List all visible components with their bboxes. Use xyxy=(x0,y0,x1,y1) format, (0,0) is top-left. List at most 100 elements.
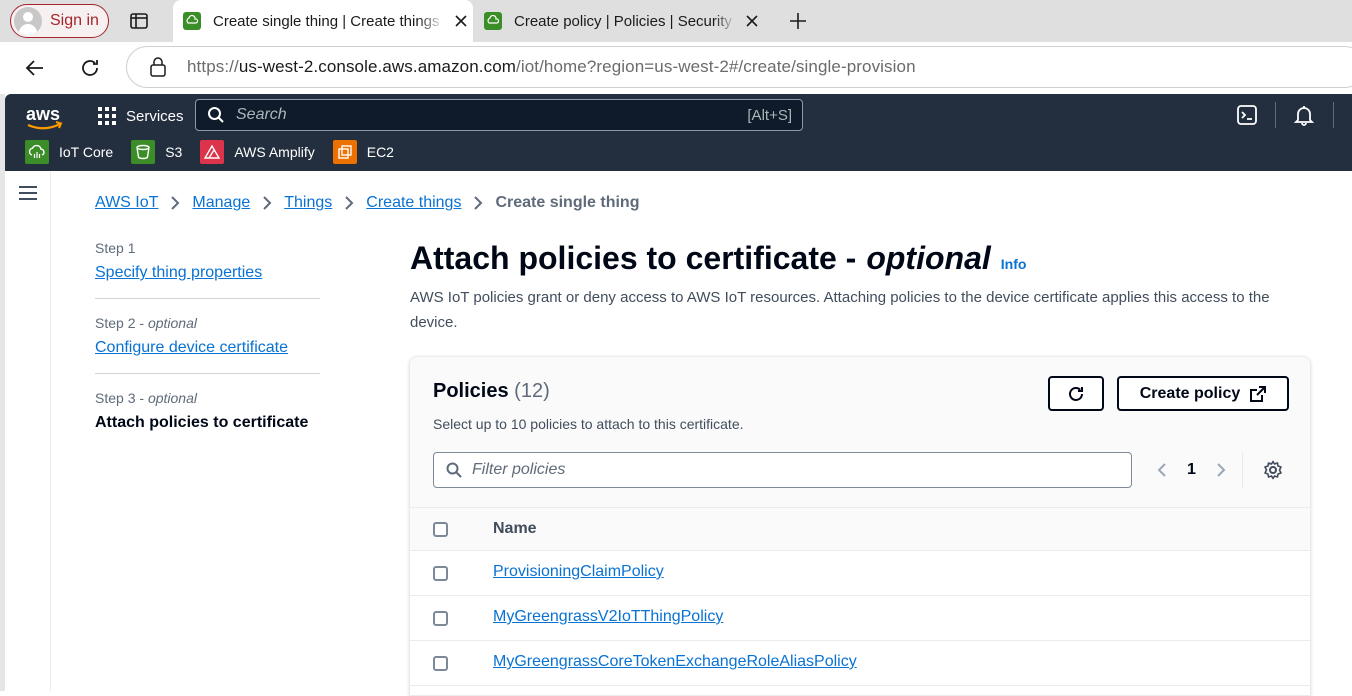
aws-console-header: aws Services Search [Alt+S] IoT Core S3 … xyxy=(5,94,1352,171)
row-checkbox[interactable] xyxy=(433,566,448,581)
favorite-label: AWS Amplify xyxy=(234,144,315,160)
svg-text:aws: aws xyxy=(26,104,60,124)
aws-iot-favicon-icon xyxy=(183,12,201,30)
favorite-s3[interactable]: S3 xyxy=(131,140,182,164)
breadcrumb: AWS IoT Manage Things Create things Crea… xyxy=(95,194,639,212)
menu-hamburger-icon[interactable] xyxy=(19,185,37,201)
wizard-steps: Step 1 Specify thing properties Step 2 -… xyxy=(95,240,320,464)
sign-in-label: Sign in xyxy=(50,12,99,29)
favorite-aws-amplify[interactable]: AWS Amplify xyxy=(200,140,315,164)
url-text: https://us-west-2.console.aws.amazon.com… xyxy=(187,57,916,77)
side-navigation-collapsed xyxy=(5,171,51,691)
page-description: AWS IoT policies grant or deny access to… xyxy=(410,289,1270,331)
profile-avatar-icon xyxy=(14,7,42,35)
favorite-ec2[interactable]: EC2 xyxy=(332,140,394,164)
table-row: MyGreengrassV2IoTThingPolicy xyxy=(410,596,1310,641)
policies-title: Policies (12) xyxy=(433,380,550,403)
close-tab-icon[interactable] xyxy=(744,13,760,29)
browser-tab[interactable]: Create policy | Policies | Security | AW… xyxy=(474,0,774,42)
services-menu-button[interactable]: Services xyxy=(97,106,184,126)
search-placeholder: Search xyxy=(236,106,287,123)
wizard-step-3: Step 3 - optional Attach policies to cer… xyxy=(95,390,320,448)
create-policy-button[interactable]: Create policy xyxy=(1117,376,1289,411)
refresh-icon xyxy=(1069,386,1083,401)
pagination-divider xyxy=(1241,452,1243,488)
policy-link[interactable]: ProvisioningClaimPolicy xyxy=(493,563,664,581)
reload-icon[interactable] xyxy=(78,56,102,80)
cloudshell-icon[interactable] xyxy=(1236,104,1258,126)
step-number: Step 1 xyxy=(95,240,136,256)
url-host: us-west-2.console.aws.amazon.com xyxy=(238,57,517,76)
policies-count: (12) xyxy=(514,380,550,402)
aws-iot-favicon-icon xyxy=(484,12,502,30)
policy-link[interactable]: MyGreengrassCoreTokenExchangeRoleAliasPo… xyxy=(493,653,857,671)
aws-logo-icon[interactable]: aws xyxy=(25,104,65,132)
page-number[interactable]: 1 xyxy=(1187,461,1196,479)
chevron-left-icon[interactable] xyxy=(1155,462,1169,478)
favorite-label: S3 xyxy=(165,144,183,160)
favorite-label: EC2 xyxy=(366,144,394,160)
policies-table-container: Policies (12) Select up to 10 policies t… xyxy=(409,356,1311,696)
row-checkbox[interactable] xyxy=(433,656,448,671)
browser-tab-active[interactable]: Create single thing | Create things | Th… xyxy=(173,0,473,42)
url-field[interactable]: https://us-west-2.console.aws.amazon.com… xyxy=(126,46,1352,88)
favorite-label: IoT Core xyxy=(59,144,114,160)
search-shortcut: [Alt+S] xyxy=(747,106,792,124)
url-path: /iot/home?region=us-west-2#/create/singl… xyxy=(516,57,916,76)
back-icon[interactable] xyxy=(23,56,47,80)
policies-title-text: Policies xyxy=(433,380,509,402)
favorite-iot-core[interactable]: IoT Core xyxy=(25,140,113,164)
page-title: Attach policies to certificate - optiona… xyxy=(410,240,1026,277)
info-link[interactable]: Info xyxy=(1001,256,1027,272)
search-icon xyxy=(446,462,462,478)
header-divider xyxy=(1275,102,1276,128)
step-number: Step 2 - optional xyxy=(95,315,197,331)
step-current-attach-policies: Attach policies to certificate xyxy=(95,414,309,431)
lock-icon[interactable] xyxy=(149,57,167,77)
breadcrumb-things[interactable]: Things xyxy=(284,194,332,212)
settings-gear-icon[interactable] xyxy=(1263,460,1283,480)
header-divider xyxy=(1333,102,1334,128)
favorites-bar: IoT Core S3 AWS Amplify EC2 xyxy=(25,139,412,165)
notifications-bell-icon[interactable] xyxy=(1293,104,1315,126)
page-title-text: Attach policies to certificate - xyxy=(410,240,857,276)
policies-header: Policies (12) Select up to 10 policies t… xyxy=(410,357,1310,507)
console-search-input[interactable]: Search [Alt+S] xyxy=(195,99,803,131)
breadcrumb-create-things[interactable]: Create things xyxy=(366,194,461,212)
chevron-right-icon xyxy=(171,196,180,210)
external-link-icon xyxy=(1250,385,1267,402)
table-row: ProvisioningClaimPolicy xyxy=(410,551,1310,596)
pagination: 1 xyxy=(1155,452,1243,488)
policy-link[interactable]: MyGreengrassV2IoTThingPolicy xyxy=(493,608,723,626)
step-link-specify-thing-properties[interactable]: Specify thing properties xyxy=(95,264,262,281)
s3-bucket-icon xyxy=(131,140,156,164)
chevron-right-icon[interactable] xyxy=(1214,462,1228,478)
chevron-right-icon xyxy=(263,196,272,210)
filter-policies-input[interactable]: Filter policies xyxy=(433,452,1132,488)
tab-title: Create policy | Policies | Security | AW… xyxy=(514,12,736,30)
tab-actions-icon[interactable] xyxy=(129,11,149,31)
wizard-step-2: Step 2 - optional Configure device certi… xyxy=(95,315,320,374)
table-header-row: Name xyxy=(410,507,1310,551)
policies-subtitle: Select up to 10 policies to attach to th… xyxy=(433,416,744,432)
breadcrumb-manage[interactable]: Manage xyxy=(192,194,250,212)
refresh-button[interactable] xyxy=(1048,376,1104,411)
close-tab-icon[interactable] xyxy=(453,13,469,29)
new-tab-icon[interactable] xyxy=(788,11,808,31)
url-scheme: https:// xyxy=(187,57,239,76)
browser-tab-bar: Sign in Create single thing | Create thi… xyxy=(0,0,1352,42)
wizard-step-1: Step 1 Specify thing properties xyxy=(95,240,320,299)
sign-in-button[interactable]: Sign in xyxy=(10,4,109,38)
filter-placeholder: Filter policies xyxy=(472,461,566,478)
step-link-configure-device-certificate[interactable]: Configure device certificate xyxy=(95,339,288,356)
ec2-icon xyxy=(332,140,357,164)
tab-title: Create single thing | Create things | Th… xyxy=(213,12,445,30)
column-header-name[interactable]: Name xyxy=(493,520,537,538)
breadcrumb-aws-iot[interactable]: AWS IoT xyxy=(95,194,158,212)
row-checkbox[interactable] xyxy=(433,611,448,626)
table-row: MyGreengrassCoreTokenExchangeRoleAliasPo… xyxy=(410,641,1310,686)
chevron-right-icon xyxy=(474,196,483,210)
select-all-checkbox[interactable] xyxy=(433,522,448,537)
chevron-right-icon xyxy=(345,196,354,210)
address-bar: https://us-west-2.console.aws.amazon.com… xyxy=(0,42,1352,94)
